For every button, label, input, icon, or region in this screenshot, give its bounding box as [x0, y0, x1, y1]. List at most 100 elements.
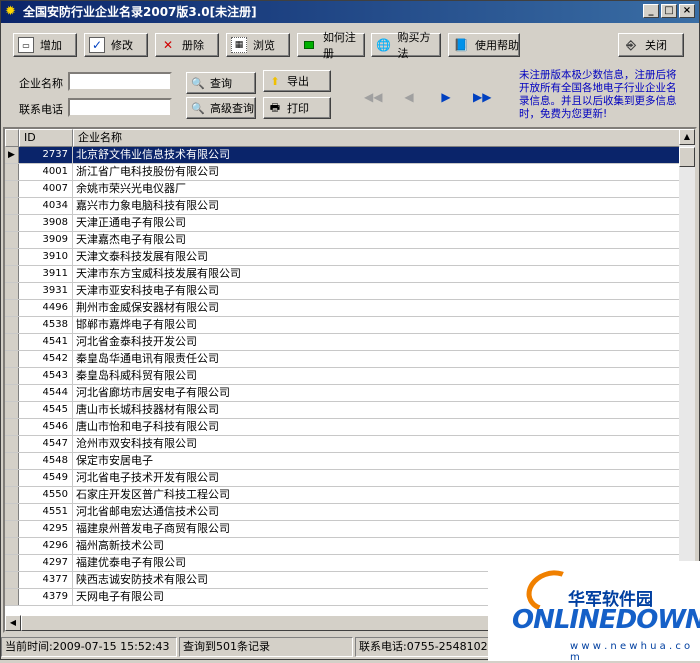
cell-company-name[interactable]: 沧州市双安科技有限公司: [73, 436, 197, 452]
table-row[interactable]: 4538 邯郸市嘉烨电子有限公司: [5, 317, 683, 334]
col-header-id[interactable]: ID: [19, 129, 73, 147]
close-button[interactable]: ⎆ 关闭: [618, 33, 684, 57]
scroll-thumb[interactable]: [679, 147, 695, 167]
how-to-register-button[interactable]: 如何注册: [297, 31, 365, 60]
query-button[interactable]: 🔍 查询: [186, 72, 256, 94]
cell-id[interactable]: 4543: [19, 368, 73, 384]
cell-id[interactable]: 2737: [19, 147, 73, 163]
cell-id[interactable]: 4379: [19, 589, 73, 605]
cell-company-name[interactable]: 天津市亚安科技电子有限公司: [73, 283, 219, 299]
table-row[interactable]: 4542 秦皇岛华通电讯有限责任公司: [5, 351, 683, 368]
cell-id[interactable]: 4496: [19, 300, 73, 316]
cell-company-name[interactable]: 河北省金泰科技开发公司: [73, 334, 197, 350]
cell-company-name[interactable]: 福建泉州普发电子商贸有限公司: [73, 521, 230, 537]
cell-id[interactable]: 4001: [19, 164, 73, 180]
cell-id[interactable]: 4034: [19, 198, 73, 214]
table-row[interactable]: 4001 浙江省广电科技股份有限公司: [5, 164, 683, 181]
company-name-input[interactable]: [68, 72, 172, 91]
how-to-buy-button[interactable]: 🌐 购买方法: [371, 31, 441, 60]
cell-company-name[interactable]: 荆州市金威保安器材有限公司: [73, 300, 219, 316]
col-header-name[interactable]: 企业名称: [73, 129, 683, 147]
print-button[interactable]: 🖶 打印: [263, 97, 331, 119]
cell-company-name[interactable]: 余姚市荣兴光电仪器厂: [73, 181, 186, 197]
maximize-button[interactable]: □: [661, 4, 677, 18]
table-row[interactable]: 3909 天津嘉杰电子有限公司: [5, 232, 683, 249]
next-record-icon[interactable]: ▶: [438, 89, 454, 105]
table-row[interactable]: 4541 河北省金泰科技开发公司: [5, 334, 683, 351]
cell-id[interactable]: 4541: [19, 334, 73, 350]
table-row[interactable]: ▶ 2737 北京舒文伟业信息技术有限公司: [5, 147, 683, 164]
table-row[interactable]: 4007 余姚市荣兴光电仪器厂: [5, 181, 683, 198]
cell-company-name[interactable]: 唐山市长城科技器材有限公司: [73, 402, 219, 418]
cell-id[interactable]: 4296: [19, 538, 73, 554]
cell-company-name[interactable]: 天津嘉杰电子有限公司: [73, 232, 186, 248]
cell-id[interactable]: 4007: [19, 181, 73, 197]
h-scroll-thumb[interactable]: [21, 615, 491, 631]
cell-company-name[interactable]: 邯郸市嘉烨电子有限公司: [73, 317, 197, 333]
cell-company-name[interactable]: 福建优泰电子有限公司: [73, 555, 186, 571]
cell-company-name[interactable]: 河北省电子技术开发有限公司: [73, 470, 219, 486]
cell-company-name[interactable]: 秦皇岛华通电讯有限责任公司: [73, 351, 219, 367]
cell-company-name[interactable]: 河北省邮电宏达通信技术公司: [73, 504, 219, 520]
table-row[interactable]: 3931 天津市亚安科技电子有限公司: [5, 283, 683, 300]
table-row[interactable]: 4547 沧州市双安科技有限公司: [5, 436, 683, 453]
scroll-up-icon[interactable]: ▲: [679, 129, 695, 145]
cell-id[interactable]: 4551: [19, 504, 73, 520]
cell-company-name[interactable]: 天网电子有限公司: [73, 589, 164, 605]
cell-id[interactable]: 4297: [19, 555, 73, 571]
delete-button[interactable]: ✕ 册除: [155, 33, 219, 57]
cell-id[interactable]: 4377: [19, 572, 73, 588]
cell-id[interactable]: 4538: [19, 317, 73, 333]
cell-id[interactable]: 4545: [19, 402, 73, 418]
cell-id[interactable]: 3908: [19, 215, 73, 231]
cell-company-name[interactable]: 保定市安居电子: [73, 453, 153, 469]
cell-company-name[interactable]: 河北省廊坊市居安电子有限公司: [73, 385, 230, 401]
cell-id[interactable]: 4544: [19, 385, 73, 401]
table-row[interactable]: 4496 荆州市金威保安器材有限公司: [5, 300, 683, 317]
table-row[interactable]: 4034 嘉兴市力象电脑科技有限公司: [5, 198, 683, 215]
table-row[interactable]: 4295 福建泉州普发电子商贸有限公司: [5, 521, 683, 538]
table-row[interactable]: 4549 河北省电子技术开发有限公司: [5, 470, 683, 487]
add-button[interactable]: ▭ 增加: [13, 33, 77, 57]
cell-company-name[interactable]: 天津文泰科技发展有限公司: [73, 249, 208, 265]
table-row[interactable]: 4296 福州高新技术公司: [5, 538, 683, 555]
cell-company-name[interactable]: 浙江省广电科技股份有限公司: [73, 164, 219, 180]
table-row[interactable]: 4543 秦皇岛科威科贸有限公司: [5, 368, 683, 385]
last-record-icon[interactable]: ▶▶: [473, 89, 491, 105]
cell-company-name[interactable]: 嘉兴市力象电脑科技有限公司: [73, 198, 219, 214]
cell-id[interactable]: 4550: [19, 487, 73, 503]
cell-id[interactable]: 4549: [19, 470, 73, 486]
close-window-button[interactable]: ×: [679, 4, 695, 18]
cell-company-name[interactable]: 唐山市怡和电子科技有限公司: [73, 419, 219, 435]
cell-company-name[interactable]: 石家庄开发区普广科技工程公司: [73, 487, 230, 503]
table-row[interactable]: 3910 天津文泰科技发展有限公司: [5, 249, 683, 266]
vertical-scrollbar[interactable]: ▲: [679, 129, 695, 615]
cell-id[interactable]: 4295: [19, 521, 73, 537]
table-row[interactable]: 4544 河北省廊坊市居安电子有限公司: [5, 385, 683, 402]
minimize-button[interactable]: _: [643, 4, 659, 18]
export-button[interactable]: ⬆ 导出: [263, 70, 331, 92]
cell-id[interactable]: 4542: [19, 351, 73, 367]
prev-record-icon[interactable]: ◀: [401, 89, 417, 105]
advanced-query-button[interactable]: 🔍 高级查询: [186, 97, 256, 119]
first-record-icon[interactable]: ◀◀: [364, 89, 382, 105]
cell-id[interactable]: 3911: [19, 266, 73, 282]
cell-id[interactable]: 3910: [19, 249, 73, 265]
cell-id[interactable]: 4546: [19, 419, 73, 435]
cell-company-name[interactable]: 北京舒文伟业信息技术有限公司: [73, 147, 683, 163]
cell-company-name[interactable]: 天津正通电子有限公司: [73, 215, 186, 231]
phone-input[interactable]: [68, 98, 172, 117]
cell-id[interactable]: 3931: [19, 283, 73, 299]
browse-button[interactable]: ▦ 浏览: [226, 33, 290, 57]
cell-id[interactable]: 4548: [19, 453, 73, 469]
cell-company-name[interactable]: 秦皇岛科威科贸有限公司: [73, 368, 197, 384]
cell-id[interactable]: 3909: [19, 232, 73, 248]
cell-company-name[interactable]: 陕西志诚安防技术有限公司: [73, 572, 208, 588]
cell-company-name[interactable]: 福州高新技术公司: [73, 538, 164, 554]
help-button[interactable]: 📘 使用帮助: [448, 33, 520, 57]
table-row[interactable]: 4546 唐山市怡和电子科技有限公司: [5, 419, 683, 436]
scroll-left-icon[interactable]: ◀: [5, 615, 21, 631]
cell-id[interactable]: 4547: [19, 436, 73, 452]
table-row[interactable]: 3911 天津市东方宝威科技发展有限公司: [5, 266, 683, 283]
cell-company-name[interactable]: 天津市东方宝威科技发展有限公司: [73, 266, 241, 282]
